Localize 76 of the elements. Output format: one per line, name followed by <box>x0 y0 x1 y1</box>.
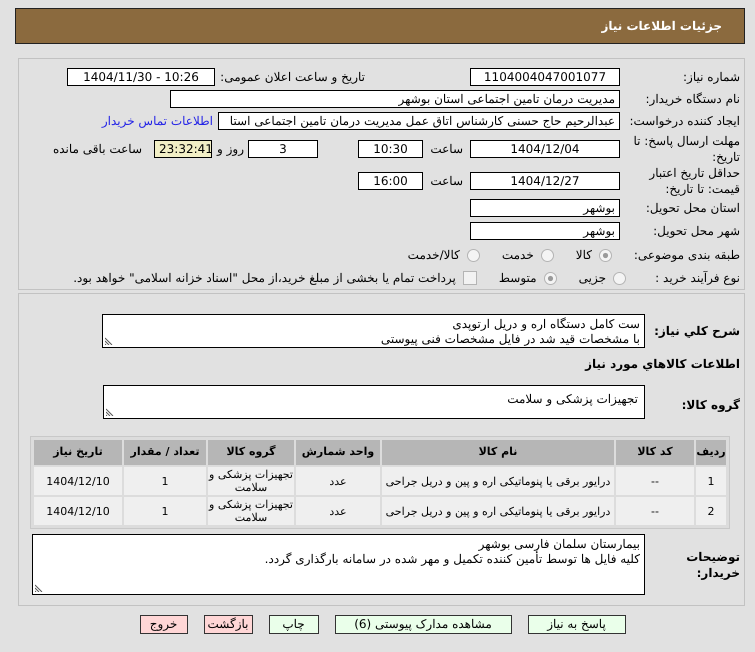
column-header: کد کالا <box>616 440 694 465</box>
province-field[interactable]: بوشهر <box>470 199 620 217</box>
field-label: ساعت <box>430 140 463 158</box>
buyer-name-field[interactable]: مدیریت درمان تامین اجتماعی استان بوشهر <box>170 90 620 108</box>
column-header: ردیف <box>696 440 726 465</box>
print-button[interactable]: چاپ <box>268 615 318 634</box>
validity-date-field[interactable]: 1404/12/27 <box>470 172 620 190</box>
table-cell: -- <box>616 497 694 525</box>
table-cell: عدد <box>296 497 380 525</box>
table-cell: 2 <box>696 497 726 525</box>
table-cell: 1 <box>696 467 726 495</box>
radio-label: کالا <box>576 247 592 264</box>
table-cell: 1404/12/10 <box>34 497 122 525</box>
table-cell: -- <box>616 467 694 495</box>
need-number-field[interactable]: 1104004047001077 <box>470 68 620 86</box>
buyer-contact-link[interactable]: اطلاعات تماس خریدار <box>102 112 213 130</box>
page-title: جزئیات اطلاعات نیاز <box>601 18 722 35</box>
field-label: شرح کلي نياز: <box>653 323 740 340</box>
field-label: مهلت ارسال پاسخ: تا تاریخ: <box>632 132 740 164</box>
city-field[interactable]: بوشهر <box>470 222 620 240</box>
column-header: تعداد / مقدار <box>124 440 206 465</box>
field-label: نوع فرآیند خرید : <box>654 270 740 287</box>
announce-date-field[interactable]: 1404/11/30 - 10:26 <box>67 68 215 86</box>
field-label: شماره نیاز: <box>682 69 740 86</box>
field-label: تاریخ و ساعت اعلان عمومی: <box>220 69 365 86</box>
description-field[interactable]: ست کامل دستگاه اره و دریل ارتوپدی با مشخصات قید شد در فایل مشخصات فنی پیوستی <box>102 314 645 348</box>
field-label: نام دستگاه خریدار: <box>644 91 740 108</box>
reply-button[interactable]: پاسخ به نیاز <box>528 615 626 634</box>
table-cell: تجهیزات پزشکی و سلامت <box>208 497 294 525</box>
radio-label: خدمت <box>502 247 534 264</box>
exit-button[interactable]: خروج <box>140 615 188 634</box>
radio-button[interactable] <box>466 248 480 262</box>
column-header: گروه کالا <box>208 440 294 465</box>
field-label: ساعت <box>430 173 463 190</box>
column-header: واحد شمارش <box>296 440 380 465</box>
requester-field[interactable]: عبدالرحیم حاج حسنی کارشناس اتاق عمل مدیریت درمان تامین اجتماعی استا <box>218 112 620 130</box>
radio-label: متوسط <box>498 270 537 287</box>
radio-button[interactable] <box>540 248 554 262</box>
field-label: استان محل تحویل: <box>644 200 740 217</box>
field-label: توضیحات خریدار: <box>685 548 740 580</box>
resize-grip-icon[interactable] <box>105 337 113 345</box>
column-header: تاریخ نیاز <box>34 440 122 465</box>
back-button[interactable]: بازگشت <box>204 615 252 634</box>
table-cell: 1 <box>124 497 206 525</box>
radio-label: کالا/خدمت <box>408 247 460 264</box>
radio-button[interactable] <box>599 248 612 262</box>
field-label: ساعت باقی مانده <box>52 140 142 158</box>
validity-time-field[interactable]: 16:00 <box>358 172 423 190</box>
checkbox-label: پرداخت تمام یا بخشی از مبلغ خرید،از محل "اسناد خزانه اسلامی" خواهد بود. <box>73 270 456 287</box>
table-cell: درایور برقی یا پنوماتیکی اره و پین و دریل جراحی <box>382 467 614 495</box>
column-header: نام کالا <box>382 440 614 465</box>
table-cell: عدد <box>296 467 380 495</box>
table-cell: 1 <box>124 467 206 495</box>
field-label: حداقل تاریخ اعتبار قیمت: تا تاریخ: <box>648 165 740 197</box>
field-label: گروه کالا: <box>680 397 740 414</box>
field-label: طبقه بندی موضوعی: <box>632 247 740 264</box>
field-label: شهر محل تحویل: <box>652 223 740 240</box>
remaining-time-field[interactable]: 23:32:41 <box>154 140 212 158</box>
radio-button[interactable] <box>544 272 557 284</box>
field-label: روز و <box>217 140 244 158</box>
section-title: اطلاعات کالاهاي مورد نياز <box>584 356 740 371</box>
radio-label: جزیی <box>578 270 606 287</box>
table-cell: درایور برقی یا پنوماتیکی اره و پین و دریل جراحی <box>382 497 614 525</box>
attachments-button[interactable]: مشاهده مدارک پیوستی (6) <box>334 615 512 634</box>
buyer-notes-field[interactable]: بیمارستان سلمان فارسی بوشهر کلیه فایل ها توسط تأمین کننده تکمیل و مهر شده در سامانه بارگذاری گردد. <box>32 534 645 595</box>
days-field[interactable]: 3 <box>248 140 318 158</box>
deadline-date-field[interactable]: 1404/12/04 <box>470 140 620 158</box>
checkbox[interactable] <box>462 271 477 285</box>
resize-grip-icon[interactable] <box>106 408 114 416</box>
radio-button[interactable] <box>613 272 626 284</box>
deadline-time-field[interactable]: 10:30 <box>358 140 423 158</box>
field-label: ایجاد کننده درخواست: <box>628 113 740 130</box>
goods-group-field[interactable]: تجهیزات پزشکی و سلامت <box>103 385 645 419</box>
resize-grip-icon[interactable] <box>35 584 43 592</box>
table-cell: تجهیزات پزشکی و سلامت <box>208 467 294 495</box>
table-cell: 1404/12/10 <box>34 467 122 495</box>
